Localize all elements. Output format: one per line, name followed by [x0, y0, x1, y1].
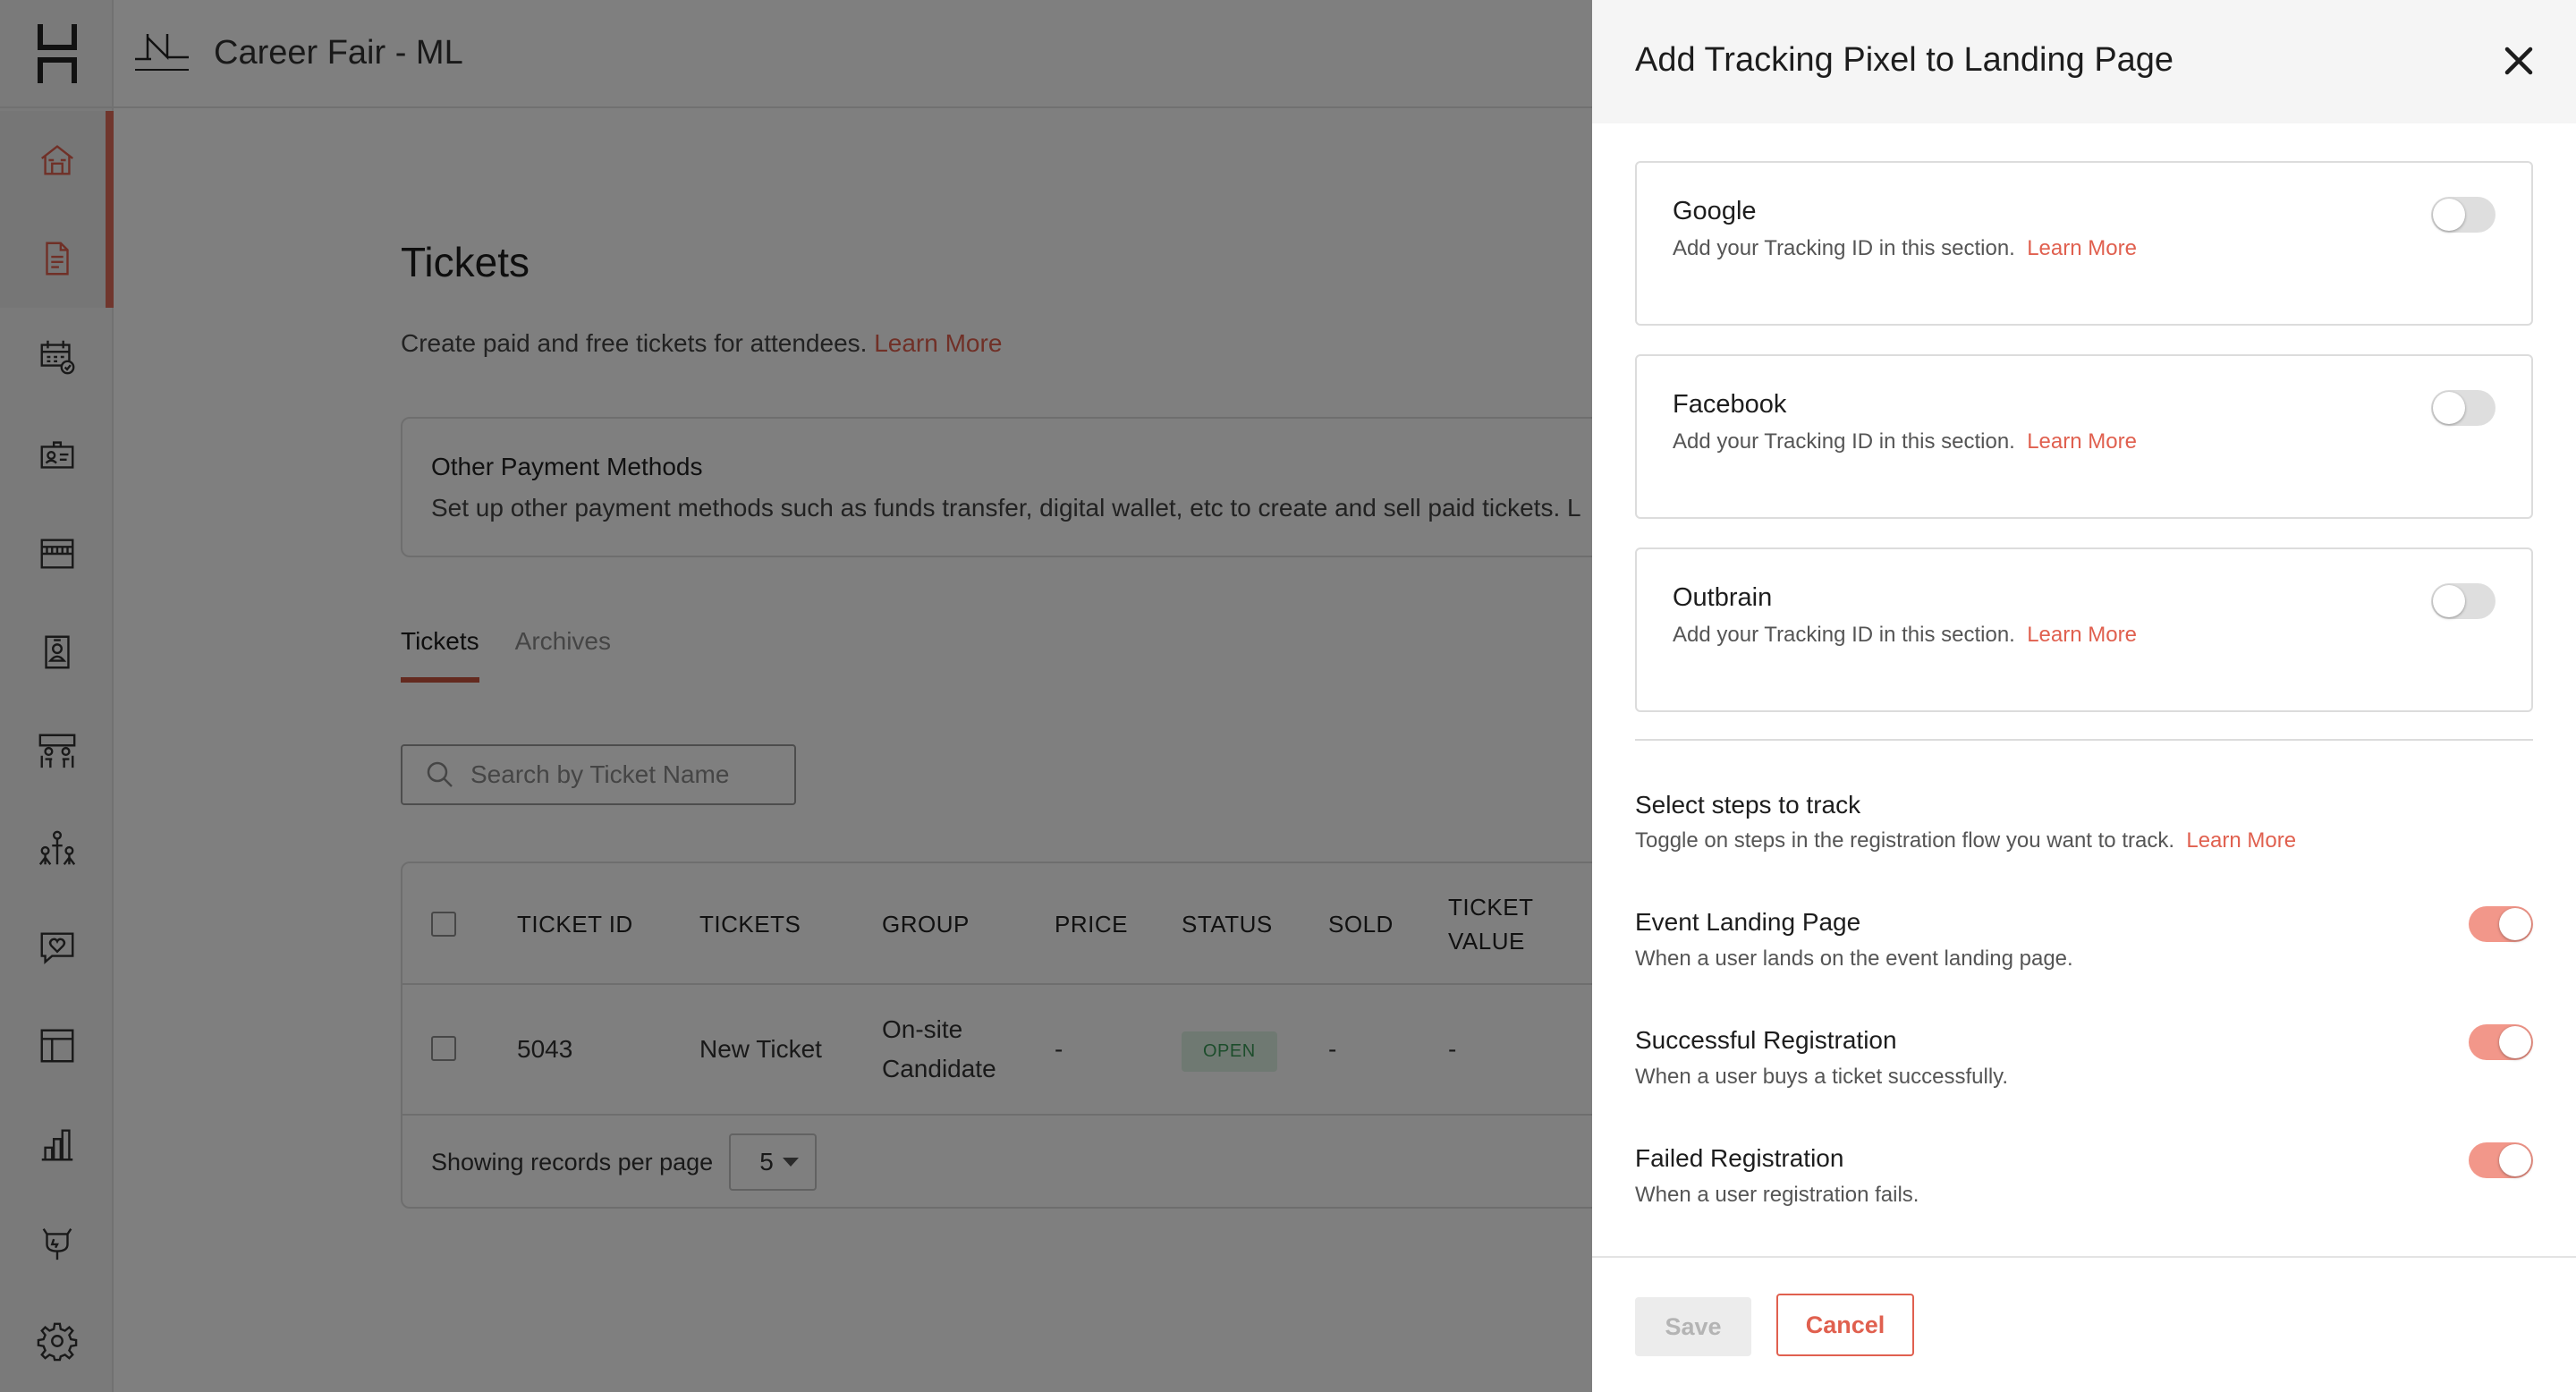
pixel-description: Add your Tracking ID in this section. Le…: [1673, 236, 2137, 261]
toggle-knob: [2433, 585, 2465, 617]
section-divider: [1635, 739, 2533, 741]
outbrain-pixel-toggle[interactable]: [2431, 583, 2496, 619]
modal-backdrop[interactable]: [0, 0, 1592, 1392]
save-button[interactable]: Save: [1635, 1297, 1751, 1356]
learn-more-link[interactable]: Learn More: [2027, 429, 2137, 454]
outbrain-pixel-card: Outbrain Add your Tracking ID in this se…: [1635, 547, 2533, 712]
learn-more-link[interactable]: Learn More: [2027, 236, 2137, 260]
successful-registration-toggle[interactable]: [2469, 1024, 2533, 1060]
learn-more-link[interactable]: Learn More: [2186, 828, 2296, 853]
toggle-knob: [2433, 392, 2465, 424]
pixel-description-text: Add your Tracking ID in this section.: [1673, 429, 2015, 454]
event-landing-page-toggle[interactable]: [2469, 906, 2533, 942]
google-pixel-card: Google Add your Tracking ID in this sect…: [1635, 161, 2533, 326]
failed-registration-toggle[interactable]: [2469, 1142, 2533, 1178]
drawer-header: Add Tracking Pixel to Landing Page: [1592, 0, 2576, 123]
steps-description-text: Toggle on steps in the registration flow…: [1635, 828, 2174, 853]
toggle-knob: [2499, 1144, 2531, 1176]
steps-section-title: Select steps to track: [1635, 791, 1861, 819]
tracking-pixel-drawer: Add Tracking Pixel to Landing Page Googl…: [1592, 0, 2576, 1392]
facebook-pixel-card: Facebook Add your Tracking ID in this se…: [1635, 354, 2533, 519]
learn-more-link[interactable]: Learn More: [2027, 623, 2137, 647]
step-description: When a user lands on the event landing p…: [1635, 946, 2073, 971]
google-pixel-toggle[interactable]: [2431, 197, 2496, 233]
pixel-name: Facebook: [1673, 390, 1787, 419]
toggle-knob: [2499, 1026, 2531, 1058]
toggle-knob: [2433, 199, 2465, 231]
pixel-name: Outbrain: [1673, 583, 1773, 612]
cancel-button[interactable]: Cancel: [1776, 1294, 1914, 1356]
pixel-description: Add your Tracking ID in this section. Le…: [1673, 429, 2137, 454]
step-name: Successful Registration: [1635, 1026, 1897, 1054]
pixel-name: Google: [1673, 197, 1757, 225]
steps-section-description: Toggle on steps in the registration flow…: [1635, 828, 2296, 853]
step-name: Event Landing Page: [1635, 908, 1861, 936]
pixel-description: Add your Tracking ID in this section. Le…: [1673, 623, 2137, 648]
close-icon[interactable]: [2499, 41, 2538, 81]
drawer-title: Add Tracking Pixel to Landing Page: [1635, 41, 2174, 79]
pixel-description-text: Add your Tracking ID in this section.: [1673, 236, 2015, 260]
step-name: Failed Registration: [1635, 1144, 1844, 1172]
toggle-knob: [2499, 908, 2531, 940]
pixel-description-text: Add your Tracking ID in this section.: [1673, 623, 2015, 647]
step-description: When a user registration fails.: [1635, 1183, 1919, 1207]
step-description: When a user buys a ticket successfully.: [1635, 1065, 2009, 1089]
drawer-footer: Save Cancel: [1592, 1256, 2576, 1392]
facebook-pixel-toggle[interactable]: [2431, 390, 2496, 426]
